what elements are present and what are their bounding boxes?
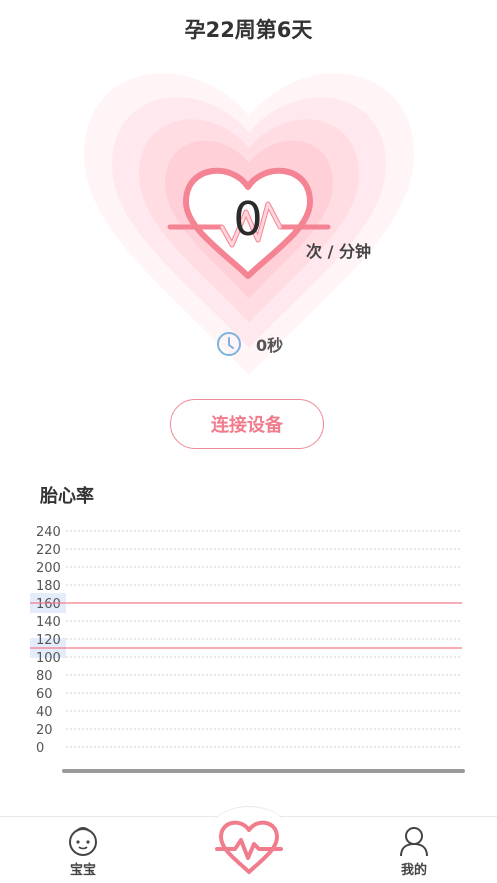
clock-icon bbox=[217, 332, 241, 356]
connect-device-button[interactable]: 连接设备 bbox=[170, 399, 324, 449]
baby-face-icon bbox=[69, 827, 97, 856]
y-tick-label: 80 bbox=[36, 669, 53, 684]
y-tick-label: 0 bbox=[36, 741, 44, 756]
tab-label-mine: 我的 bbox=[400, 863, 427, 878]
y-tick-label: 240 bbox=[36, 525, 61, 540]
y-tick-label: 200 bbox=[36, 561, 61, 576]
y-tick-label: 180 bbox=[36, 579, 61, 594]
tab-mine[interactable]: 我的 bbox=[354, 817, 474, 883]
bpm-unit: 次 / 分钟 bbox=[306, 242, 371, 261]
duration-text: 0秒 bbox=[256, 336, 284, 355]
chart-scrollbar[interactable] bbox=[62, 769, 465, 773]
timer: 0秒 bbox=[216, 330, 283, 358]
y-tick-label: 140 bbox=[36, 615, 61, 630]
person-icon bbox=[400, 827, 428, 857]
chart-title: 胎心率 bbox=[40, 486, 94, 507]
y-tick-label: 40 bbox=[36, 705, 53, 720]
y-tick-label: 100 bbox=[36, 651, 61, 666]
y-tick-label: 20 bbox=[36, 723, 53, 738]
heartbeat-icon[interactable] bbox=[215, 816, 283, 876]
y-tick-label: 120 bbox=[36, 633, 61, 648]
y-tick-label: 220 bbox=[36, 543, 61, 558]
bpm-value: 0 bbox=[233, 192, 263, 246]
y-tick-label: 160 bbox=[36, 597, 61, 612]
fetal-heart-rate-chart: 240220200180160140120100806040200 bbox=[30, 525, 465, 773]
tab-baby[interactable]: 宝宝 bbox=[23, 817, 143, 883]
y-tick-label: 60 bbox=[36, 687, 53, 702]
tab-label-baby: 宝宝 bbox=[69, 863, 96, 878]
